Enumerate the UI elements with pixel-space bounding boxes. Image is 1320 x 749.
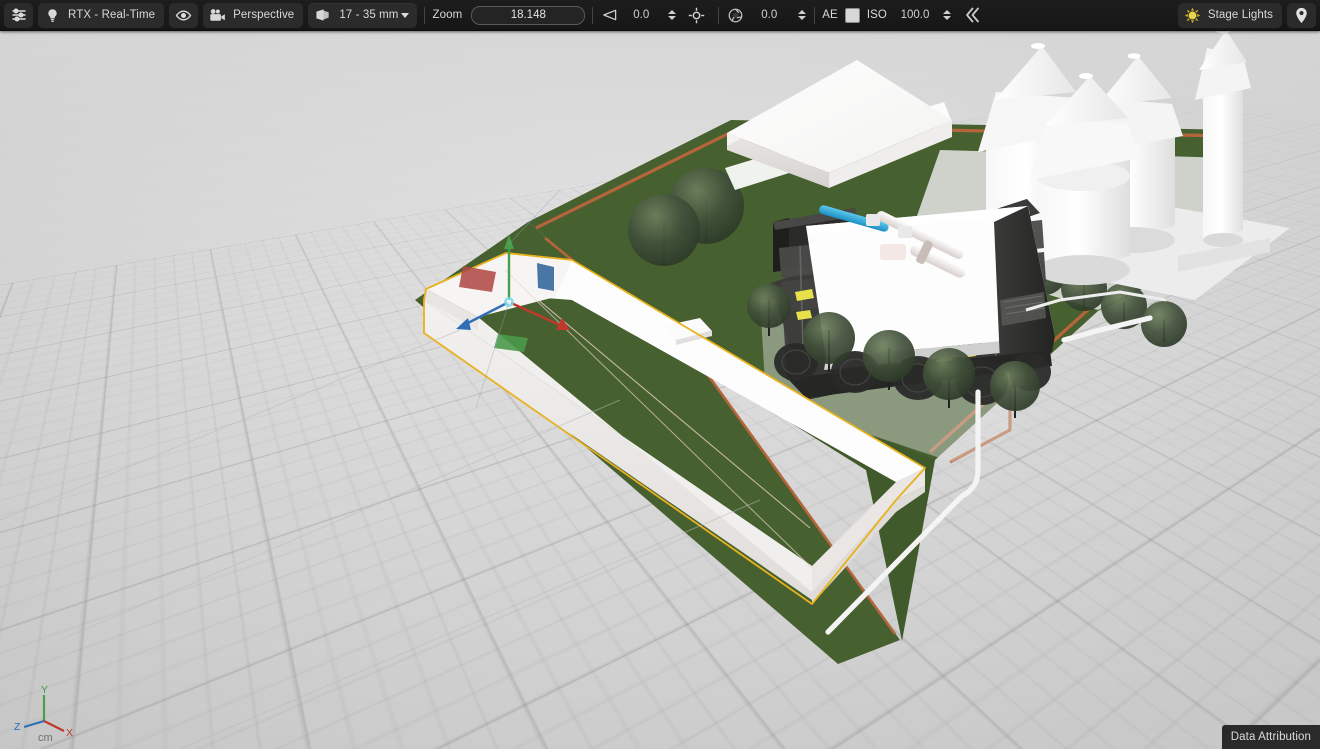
chevron-double-left-icon	[963, 6, 982, 25]
data-attribution-button[interactable]: Data Attribution	[1221, 725, 1320, 749]
lens-icon	[314, 6, 333, 25]
iso-label: ISO	[866, 9, 887, 21]
axis-label-y: Y	[41, 684, 48, 696]
lens-group: 17 - 35 mm	[308, 2, 418, 28]
lighting-preset-selector[interactable]: Stage Lights	[1177, 2, 1282, 28]
movie-camera-icon	[208, 6, 227, 25]
viewport-3d[interactable]: Y X Z cm Data Attribution	[0, 0, 1320, 749]
aperture-stepper[interactable]	[796, 5, 807, 25]
sun-light-icon	[1183, 6, 1202, 25]
camera-selector[interactable]: Perspective	[203, 2, 304, 28]
viewport-settings-button[interactable]	[4, 2, 33, 28]
focus-target-icon	[687, 6, 706, 25]
zoom-input[interactable]: 18.148	[471, 5, 586, 25]
fov-stepper[interactable]	[666, 5, 677, 25]
ae-label: AE	[822, 9, 838, 21]
iso-value[interactable]: 100.0	[897, 9, 933, 21]
renderer-selector[interactable]: RTX - Real-Time	[38, 2, 165, 28]
fov-value[interactable]: 0.0	[626, 9, 656, 21]
map-pin-icon	[1292, 6, 1311, 25]
visibility-toggle-button[interactable]	[169, 2, 199, 28]
scene-svg	[0, 26, 1290, 749]
lightbulb-icon	[43, 6, 62, 25]
chevron-down-icon[interactable]	[401, 12, 410, 18]
axis-unit-label: cm	[38, 732, 53, 744]
scene-geometry	[0, 0, 1320, 749]
cone-angle-icon	[600, 6, 619, 25]
focus-target-button[interactable]	[682, 3, 711, 28]
zoom-control: Zoom 18.148	[432, 3, 586, 28]
axis-label-z: Z	[14, 721, 21, 733]
axis-label-x: X	[66, 727, 73, 739]
toolbar-collapse-button[interactable]	[958, 3, 987, 28]
exposure-control: AE ISO 100.0	[822, 3, 953, 28]
ae-checkbox[interactable]	[844, 7, 860, 23]
sliders-icon	[9, 6, 28, 25]
iso-stepper[interactable]	[942, 5, 953, 25]
aperture-icon	[726, 6, 745, 25]
gizmo-plane-yz	[537, 263, 554, 291]
camera-label: Perspective	[233, 9, 295, 21]
eye-icon	[174, 6, 193, 25]
lens-label[interactable]: 17 - 35 mm	[339, 9, 398, 21]
fov-control: 0.0	[600, 3, 677, 28]
location-button[interactable]	[1287, 2, 1316, 28]
zoom-label: Zoom	[432, 9, 463, 21]
lighting-preset-label: Stage Lights	[1207, 9, 1273, 21]
omniverse-viewport-app: Y X Z cm Data Attribution RTX - Real-Tim…	[0, 0, 1320, 749]
aperture-control: 0.0	[726, 3, 807, 28]
viewport-axis-gizmo[interactable]: Y X Z cm	[8, 681, 82, 744]
aperture-value[interactable]: 0.0	[754, 9, 784, 21]
renderer-label: RTX - Real-Time	[68, 9, 156, 21]
viewport-toolbar: RTX - Real-Time Perspective 17 - 35 mm Z…	[0, 0, 1320, 31]
